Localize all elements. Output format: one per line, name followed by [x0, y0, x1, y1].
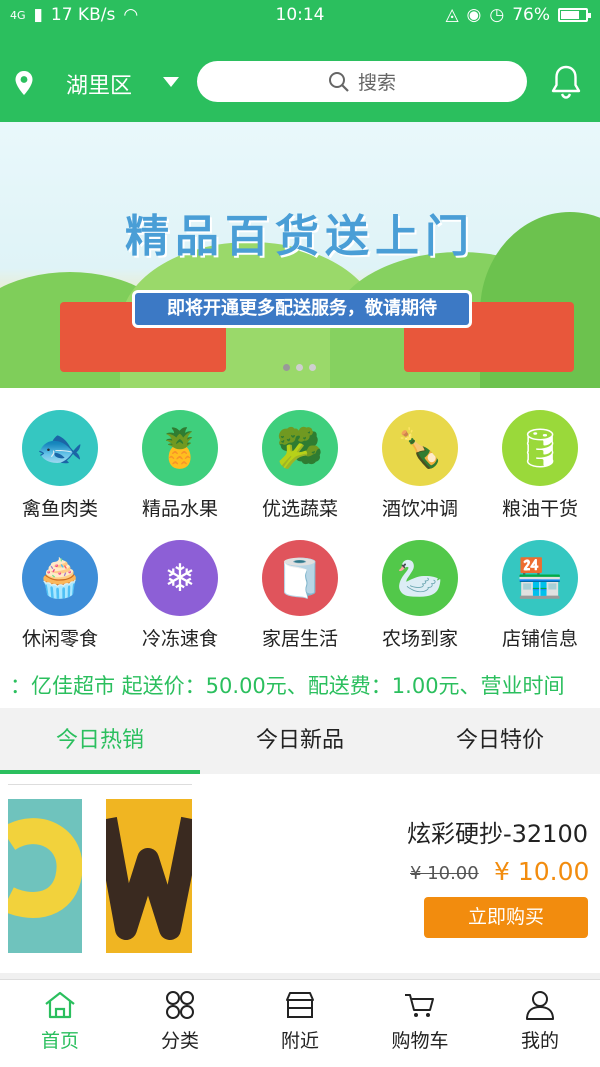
search-icon: [328, 71, 349, 92]
category-item[interactable]: 🍾 酒饮冲调: [360, 410, 480, 521]
location-pin-icon[interactable]: [14, 70, 34, 96]
nav-category[interactable]: 分类: [120, 980, 240, 1067]
category-item[interactable]: 🥦 优选蔬菜: [240, 410, 360, 521]
category-label: 店铺信息: [501, 628, 578, 650]
category-item[interactable]: 🧁 休闲零食: [0, 540, 120, 651]
category-item[interactable]: ❄ 冷冻速食: [120, 540, 240, 651]
category-item[interactable]: 🍍 精品水果: [120, 410, 240, 521]
bell-icon[interactable]: [550, 64, 582, 100]
nav-cart[interactable]: 购物车: [360, 980, 480, 1067]
tab-hot-sales[interactable]: 今日热销: [0, 708, 200, 774]
carousel-dot[interactable]: [296, 364, 303, 371]
promo-banner[interactable]: 精品百货送上门 即将开通更多配送服务，敬请期待: [0, 122, 600, 388]
category-label: 酒饮冲调: [381, 498, 458, 520]
home-icon: [45, 991, 75, 1019]
original-price: ¥ 10.00: [410, 863, 479, 884]
cupcake-icon: 🧁: [22, 540, 98, 616]
carousel-indicator: [283, 364, 316, 371]
grain-oil-icon: 🛢: [502, 410, 578, 486]
battery-percent: 76%: [512, 5, 550, 25]
nav-profile[interactable]: 我的: [480, 980, 600, 1067]
battery-fill: [561, 11, 579, 19]
store-icon: [286, 992, 314, 1018]
notebook-image: [106, 799, 192, 953]
poultry-fish-icon: 🐟: [22, 410, 98, 486]
nav-label: 分类: [160, 1030, 199, 1052]
category-label: 冷冻速食: [141, 628, 218, 650]
snowflake-icon: ❄: [142, 540, 218, 616]
nav-label: 附近: [280, 1030, 319, 1052]
status-bar: 4G ▮ 17 KB/s ◠ 10:14 ◬ ◉ ◷ 76%: [0, 0, 600, 32]
category-label: 休闲零食: [21, 628, 98, 650]
tissue-roll-icon: 🧻: [262, 540, 338, 616]
carousel-dot[interactable]: [283, 364, 290, 371]
fruit-basket-icon: 🍍: [142, 410, 218, 486]
category-item[interactable]: 🐟 禽鱼肉类: [0, 410, 120, 521]
shop-icon: 🏪: [502, 540, 578, 616]
category-item[interactable]: 🛢 粮油干货: [480, 410, 600, 521]
notebook-image: [8, 799, 82, 953]
category-label: 农场到家: [381, 628, 458, 650]
carousel-dot[interactable]: [309, 364, 316, 371]
broccoli-icon: 🥦: [262, 410, 338, 486]
store-notice: ：亿佳超市 起送价：50.00元、配送费：1.00元、营业时间: [10, 674, 565, 698]
tab-specials[interactable]: 今日特价: [400, 708, 600, 774]
product-tabs: 今日热销 今日新品 今日特价: [0, 708, 600, 774]
cart-icon: [405, 994, 434, 1017]
banner-subtitle: 即将开通更多配送服务，敬请期待: [132, 290, 472, 328]
category-label: 家居生活: [261, 628, 338, 650]
user-icon: [526, 991, 554, 1020]
search-input[interactable]: 搜索: [197, 61, 527, 102]
location-selector[interactable]: 湖里区: [66, 68, 132, 100]
bottles-icon: 🍾: [382, 410, 458, 486]
nav-label: 首页: [40, 1030, 79, 1052]
mute-icon: ◬: [445, 5, 459, 25]
category-item[interactable]: 🧻 家居生活: [240, 540, 360, 651]
battery-icon: [558, 8, 591, 22]
category-label: 精品水果: [141, 498, 218, 520]
buy-now-button[interactable]: 立即购买: [424, 897, 588, 938]
product-card[interactable]: 炫彩硬抄-32100 ¥ 10.00 ¥ 10.00 立即购买: [0, 774, 600, 979]
tab-new-products[interactable]: 今日新品: [200, 708, 400, 774]
bottom-nav: 首页 分类 附近 购物车 我的: [0, 979, 600, 1067]
category-label: 优选蔬菜: [261, 498, 338, 520]
nav-label: 购物车: [391, 1030, 449, 1052]
category-item[interactable]: 🦢 农场到家: [360, 540, 480, 651]
nav-label: 我的: [520, 1030, 559, 1052]
search-placeholder: 搜索: [357, 72, 396, 94]
alarm-icon: ◷: [489, 5, 505, 25]
current-price: ¥ 10.00: [494, 857, 590, 886]
category-label: 粮油干货: [501, 498, 578, 520]
top-bar: 湖里区 搜索: [0, 32, 600, 122]
category-label: 禽鱼肉类: [21, 498, 98, 520]
category-item[interactable]: 🏪 店铺信息: [480, 540, 600, 651]
nav-home[interactable]: 首页: [0, 980, 120, 1067]
product-image[interactable]: [8, 784, 192, 964]
banner-title: 精品百货送上门: [125, 211, 475, 262]
category-icon: [166, 991, 194, 1019]
nav-nearby[interactable]: 附近: [240, 980, 360, 1067]
rotation-lock-icon: ◉: [466, 5, 482, 25]
product-name: 炫彩硬抄-32100: [406, 820, 588, 848]
chevron-down-icon[interactable]: [163, 77, 179, 87]
goose-icon: 🦢: [382, 540, 458, 616]
